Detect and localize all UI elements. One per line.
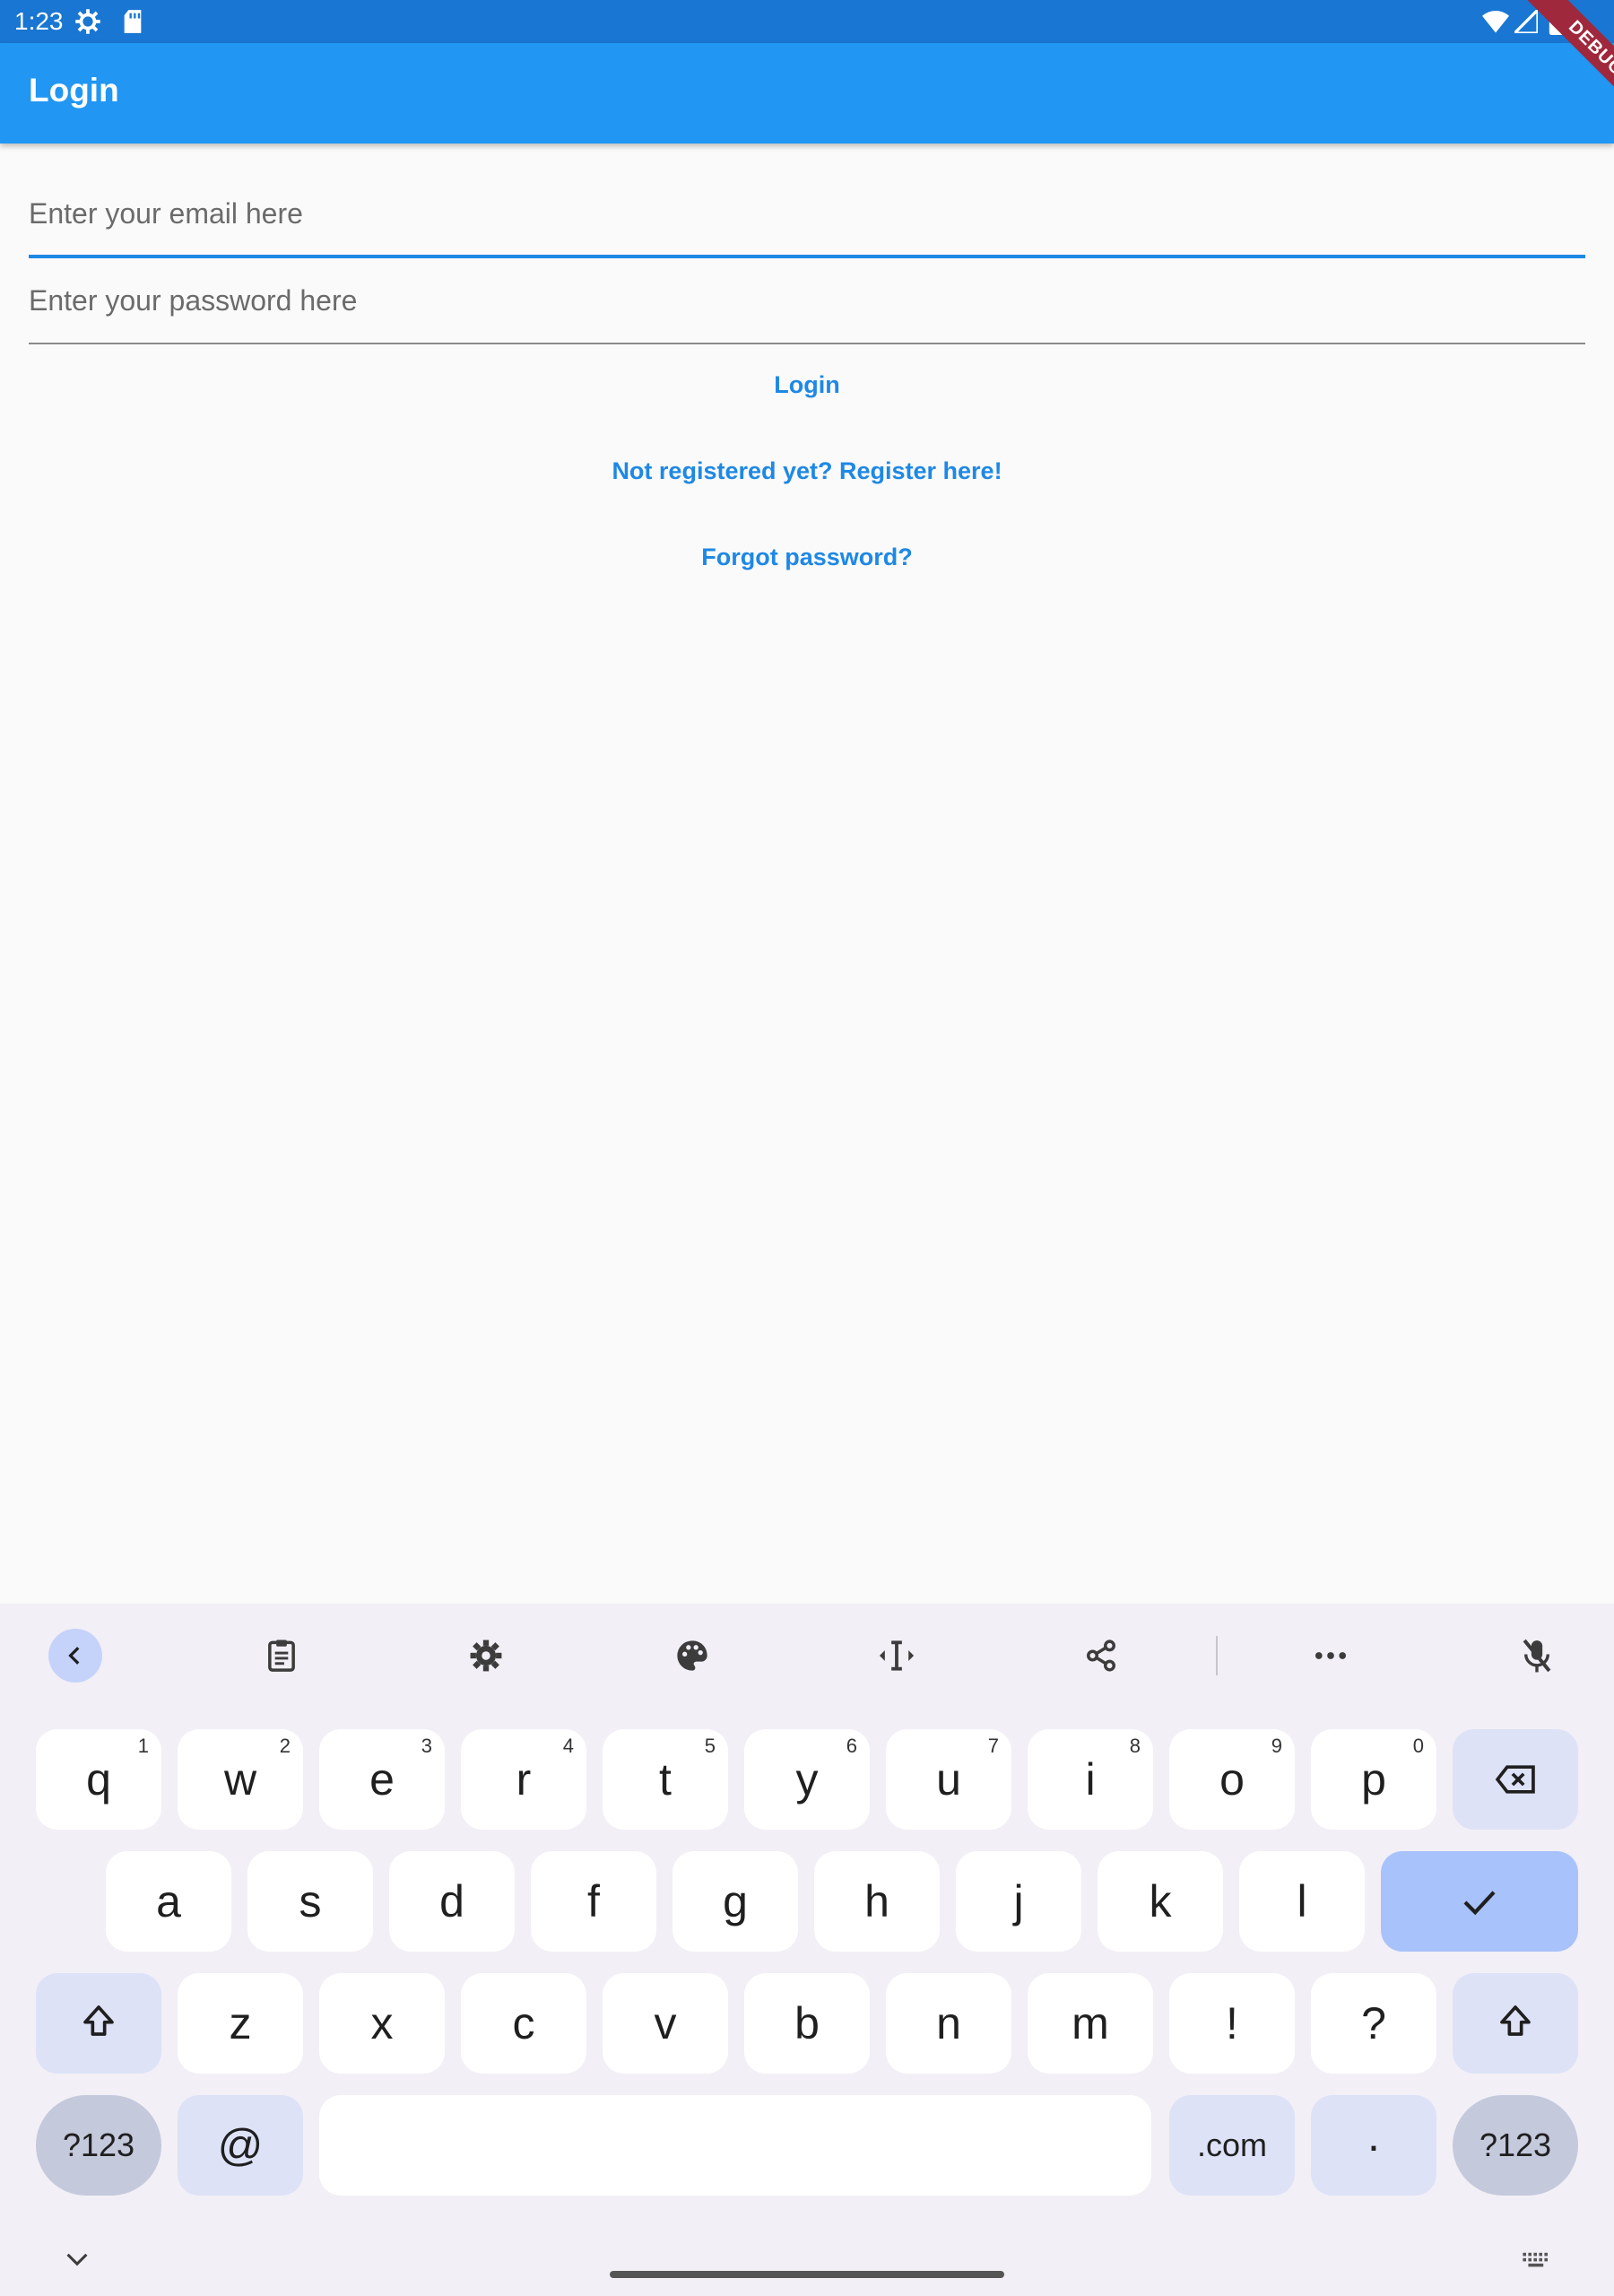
keyboard-switch-icon[interactable] [1519, 2246, 1555, 2273]
email-field-container [29, 172, 1585, 258]
key-v[interactable]: v [603, 1973, 728, 2074]
key-d[interactable]: d [389, 1851, 515, 1952]
key-hint: 4 [562, 1735, 574, 1757]
key-s[interactable]: s [247, 1851, 373, 1952]
key-label: u [936, 1754, 961, 1805]
key-exclamation[interactable]: ! [1169, 1973, 1295, 2074]
key-question[interactable]: ? [1311, 1973, 1436, 2074]
key-hint: 1 [137, 1735, 149, 1757]
email-field[interactable] [29, 172, 1585, 255]
shift-icon [81, 1997, 117, 2049]
wifi-icon [1481, 7, 1510, 36]
settings-icon[interactable] [459, 1629, 513, 1683]
key-label: t [659, 1754, 672, 1805]
text-cursor-icon[interactable] [870, 1629, 924, 1683]
mic-off-icon[interactable] [1510, 1629, 1564, 1683]
key-w[interactable]: w2 [178, 1729, 303, 1830]
key-f[interactable]: f [531, 1851, 656, 1952]
more-options-icon[interactable] [1304, 1629, 1358, 1683]
clipboard-icon[interactable] [255, 1629, 308, 1683]
status-time: 1:23 [14, 7, 64, 35]
share-icon[interactable] [1074, 1629, 1128, 1683]
key-i[interactable]: i8 [1028, 1729, 1153, 1830]
at-key[interactable]: @ [178, 2095, 303, 2196]
key-u[interactable]: u7 [886, 1729, 1011, 1830]
login-button[interactable]: Login [0, 371, 1614, 399]
backspace-key[interactable] [1453, 1729, 1578, 1830]
key-label: p [1361, 1754, 1386, 1805]
dotcom-key[interactable]: .com [1169, 2095, 1295, 2196]
symbols-key-left[interactable]: ?123 [36, 2095, 161, 2196]
cell-signal-icon [1512, 7, 1540, 36]
password-field[interactable] [29, 258, 1585, 343]
shift-icon [1497, 1997, 1533, 2049]
key-hint: 0 [1412, 1735, 1424, 1757]
collapse-toolbar-icon[interactable] [48, 1629, 102, 1683]
enter-key[interactable] [1381, 1851, 1578, 1952]
key-label: r [516, 1754, 532, 1805]
gesture-nav-handle[interactable] [610, 2271, 1004, 2278]
key-o[interactable]: o9 [1169, 1729, 1295, 1830]
key-hint: 8 [1129, 1735, 1141, 1757]
key-p[interactable]: p0 [1311, 1729, 1436, 1830]
key-y[interactable]: y6 [744, 1729, 870, 1830]
palette-icon[interactable] [665, 1629, 719, 1683]
register-link-button[interactable]: Not registered yet? Register here! [0, 457, 1614, 485]
key-hint: 3 [421, 1735, 432, 1757]
hide-keyboard-icon[interactable] [59, 2246, 95, 2273]
key-hint: 7 [987, 1735, 999, 1757]
settings-gear-icon [74, 7, 102, 36]
key-g[interactable]: g [672, 1851, 798, 1952]
on-screen-keyboard: q1 w2 e3 r4 t5 y6 u7 i8 o9 p0 a s d f g … [0, 1604, 1614, 2296]
key-label: w [223, 1754, 257, 1805]
key-hint: 5 [704, 1735, 716, 1757]
key-hint: 6 [846, 1735, 857, 1757]
forgot-password-button[interactable]: Forgot password? [0, 544, 1614, 571]
password-field-container [29, 258, 1585, 344]
key-b[interactable]: b [744, 1973, 870, 2074]
key-e[interactable]: e3 [319, 1729, 445, 1830]
shift-key-right[interactable] [1453, 1973, 1578, 2074]
key-a[interactable]: a [106, 1851, 231, 1952]
spacebar[interactable] [319, 2095, 1151, 2196]
key-q[interactable]: q1 [36, 1729, 161, 1830]
key-label: o [1219, 1754, 1245, 1805]
key-label: y [795, 1754, 819, 1805]
key-label: i [1085, 1754, 1096, 1805]
period-key[interactable]: · [1311, 2095, 1436, 2196]
sd-card-icon [118, 7, 147, 36]
key-c[interactable]: c [461, 1973, 586, 2074]
key-h[interactable]: h [814, 1851, 940, 1952]
key-k[interactable]: k [1098, 1851, 1223, 1952]
status-bar: 1:23 [0, 0, 1614, 43]
key-hint: 2 [279, 1735, 291, 1757]
key-label: e [369, 1754, 395, 1805]
key-m[interactable]: m [1028, 1973, 1153, 2074]
key-n[interactable]: n [886, 1973, 1011, 2074]
shift-key-left[interactable] [36, 1973, 161, 2074]
key-r[interactable]: r4 [461, 1729, 586, 1830]
backspace-icon [1495, 1753, 1536, 1805]
key-x[interactable]: x [319, 1973, 445, 2074]
key-z[interactable]: z [178, 1973, 303, 2074]
key-t[interactable]: t5 [603, 1729, 728, 1830]
app-bar: Login [0, 43, 1614, 144]
key-hint: 9 [1271, 1735, 1282, 1757]
page-title: Login [29, 72, 119, 109]
key-label: q [86, 1754, 111, 1805]
key-j[interactable]: j [956, 1851, 1081, 1952]
checkmark-icon [1462, 1875, 1497, 1927]
symbols-key-right[interactable]: ?123 [1453, 2095, 1578, 2196]
toolbar-divider [1216, 1636, 1218, 1675]
key-l[interactable]: l [1239, 1851, 1365, 1952]
